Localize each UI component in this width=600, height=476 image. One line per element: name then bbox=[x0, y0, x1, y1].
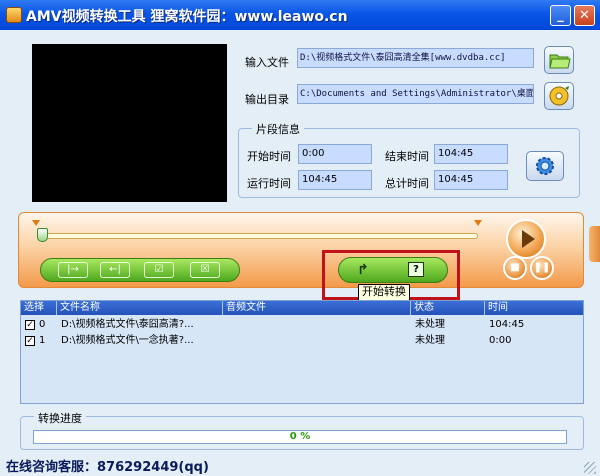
close-button[interactable]: ✕ bbox=[574, 5, 595, 26]
output-dir-label: 输出目录 bbox=[245, 93, 289, 106]
start-time-field[interactable]: 0:00 bbox=[298, 144, 372, 164]
side-tab[interactable] bbox=[589, 226, 600, 262]
end-time-field[interactable]: 104:45 bbox=[434, 144, 508, 164]
end-time-label: 结束时间 bbox=[385, 150, 429, 163]
row-filename: D:\视频格式文件\泰囧高清?... bbox=[61, 319, 194, 330]
gear-icon bbox=[536, 157, 554, 175]
column-header-audio[interactable]: 音频文件 bbox=[223, 301, 411, 315]
window-title: AMV视频转换工具 狸窝软件园：www.leawo.cn bbox=[26, 9, 348, 25]
row-audio bbox=[227, 317, 407, 333]
segment-info-title: 片段信息 bbox=[252, 121, 304, 137]
row-status: 未处理 bbox=[415, 335, 445, 346]
open-file-button[interactable] bbox=[544, 46, 574, 74]
output-dir-field[interactable]: C:\Documents and Settings\Administrator\… bbox=[297, 84, 534, 104]
timeline-slider[interactable] bbox=[42, 233, 478, 239]
end-marker[interactable] bbox=[474, 220, 482, 226]
input-file-field[interactable]: D:\视频格式文件\泰囧高清全集[www.dvdba.cc] bbox=[297, 48, 534, 68]
clear-button[interactable]: ☒ bbox=[190, 262, 220, 278]
disc-icon bbox=[549, 86, 569, 106]
play-icon bbox=[522, 230, 535, 248]
browse-output-button[interactable] bbox=[544, 82, 574, 110]
video-preview bbox=[32, 44, 227, 202]
resize-grip[interactable] bbox=[584, 462, 596, 474]
settings-button[interactable] bbox=[526, 151, 564, 181]
column-header-status[interactable]: 状态 bbox=[411, 301, 485, 315]
slider-thumb[interactable] bbox=[37, 228, 48, 242]
row-filename: D:\视频格式文件\一念执著?... bbox=[61, 335, 194, 346]
row-index: 0 bbox=[39, 319, 46, 330]
progress-title: 转换进度 bbox=[34, 410, 86, 426]
title-bar[interactable]: AMV视频转换工具 狸窝软件园：www.leawo.cn _ ✕ bbox=[0, 0, 600, 30]
column-header-time[interactable]: 时间 bbox=[485, 301, 583, 315]
row-checkbox[interactable]: ✓ bbox=[25, 336, 35, 346]
set-start-button[interactable]: |→ bbox=[58, 262, 88, 278]
input-file-label: 输入文件 bbox=[245, 56, 289, 69]
folder-icon bbox=[549, 54, 571, 69]
minimize-button[interactable]: _ bbox=[550, 5, 571, 26]
app-icon bbox=[6, 7, 22, 23]
check-all-button[interactable]: ☑ bbox=[144, 262, 174, 278]
table-row[interactable]: ✓ 0 D:\视频格式文件\泰囧高清?... 未处理 104:45 bbox=[21, 317, 583, 333]
row-time: 0:00 bbox=[489, 335, 512, 346]
row-audio bbox=[227, 333, 407, 349]
app-window: AMV视频转换工具 狸窝软件园：www.leawo.cn _ ✕ 输入文件 D:… bbox=[0, 0, 600, 476]
total-time-field[interactable]: 104:45 bbox=[434, 170, 508, 190]
start-marker[interactable] bbox=[32, 220, 40, 226]
pause-button[interactable]: ❚❚ bbox=[530, 256, 554, 280]
set-end-button[interactable]: ←| bbox=[100, 262, 130, 278]
column-header-filename[interactable]: 文件名称 bbox=[57, 301, 223, 315]
total-time-label: 总计时间 bbox=[385, 177, 429, 190]
start-time-label: 开始时间 bbox=[247, 150, 291, 163]
progress-text: 0 % bbox=[289, 431, 311, 442]
contact-info: 在线咨询客服：876292449(qq) bbox=[6, 460, 209, 475]
run-time-field[interactable]: 104:45 bbox=[298, 170, 372, 190]
row-checkbox[interactable]: ✓ bbox=[25, 320, 35, 330]
column-header-select[interactable]: 选择 bbox=[21, 301, 57, 315]
run-time-label: 运行时间 bbox=[247, 177, 291, 190]
row-time: 104:45 bbox=[489, 319, 525, 330]
stop-button[interactable]: ■ bbox=[503, 256, 527, 280]
table-row[interactable]: ✓ 1 D:\视频格式文件\一念执著?... 未处理 0:00 bbox=[21, 333, 583, 349]
table-header: 选择 文件名称 音频文件 状态 时间 bbox=[21, 301, 583, 315]
row-index: 1 bbox=[39, 335, 46, 346]
row-status: 未处理 bbox=[415, 319, 445, 330]
file-table: 选择 文件名称 音频文件 状态 时间 ✓ 0 D:\视频格式文件\泰囧高清?..… bbox=[20, 300, 584, 404]
